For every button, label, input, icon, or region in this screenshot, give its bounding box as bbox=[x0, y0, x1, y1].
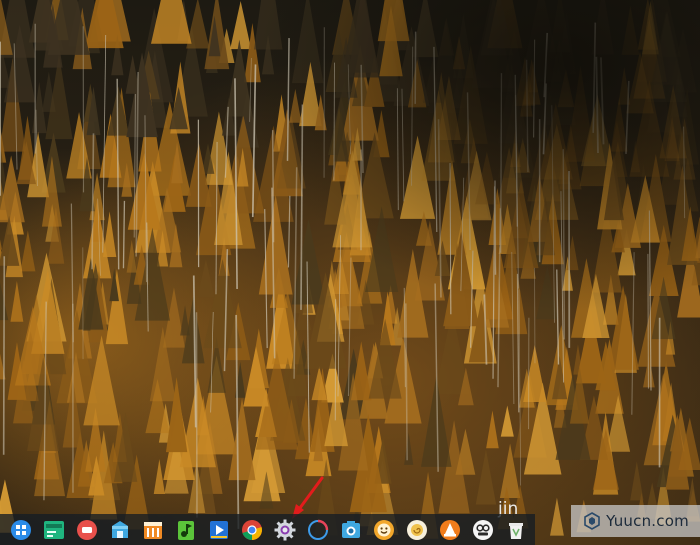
dock bbox=[0, 514, 535, 545]
dock-snail-app[interactable] bbox=[400, 514, 433, 545]
watermark-logo-icon bbox=[584, 512, 600, 530]
vlc-icon bbox=[439, 519, 460, 540]
dock-settings[interactable] bbox=[268, 514, 301, 545]
desktop: jin Yuucn.com bbox=[0, 0, 700, 545]
dock-video-player[interactable] bbox=[202, 514, 235, 545]
dock-smiley-app[interactable] bbox=[367, 514, 400, 545]
dock-vlc[interactable] bbox=[433, 514, 466, 545]
dock-trash[interactable] bbox=[499, 514, 532, 545]
dock-terminal[interactable] bbox=[37, 514, 70, 545]
chrome-icon bbox=[241, 519, 262, 540]
video-player-icon bbox=[209, 520, 228, 539]
dock-app-store[interactable] bbox=[103, 514, 136, 545]
loading-spinner-icon bbox=[307, 519, 328, 540]
dock-chrome[interactable] bbox=[235, 514, 268, 545]
watermark-text: Yuucn.com bbox=[606, 512, 689, 530]
dock-music[interactable] bbox=[169, 514, 202, 545]
dock-screenshot[interactable] bbox=[334, 514, 367, 545]
screenshot-icon bbox=[341, 520, 360, 538]
settings-gear-icon bbox=[274, 519, 295, 540]
screen-recorder-icon bbox=[76, 519, 97, 540]
trash-icon bbox=[508, 522, 523, 539]
terminal-icon bbox=[43, 520, 64, 539]
dock-launcher[interactable] bbox=[4, 514, 37, 545]
watermark: Yuucn.com bbox=[571, 505, 700, 537]
deepin-store-icon bbox=[472, 519, 493, 540]
dock-deepin-store[interactable] bbox=[466, 514, 499, 545]
dock-file-manager[interactable] bbox=[136, 514, 169, 545]
wallpaper bbox=[0, 0, 700, 545]
dock-screen-recorder[interactable] bbox=[70, 514, 103, 545]
app-store-icon bbox=[111, 520, 128, 538]
snail-app-icon bbox=[406, 519, 427, 540]
launcher-icon bbox=[10, 519, 31, 540]
dock-loading[interactable] bbox=[301, 514, 334, 545]
music-icon bbox=[177, 520, 194, 540]
smiley-app-icon bbox=[373, 519, 394, 540]
file-manager-icon bbox=[143, 521, 162, 539]
